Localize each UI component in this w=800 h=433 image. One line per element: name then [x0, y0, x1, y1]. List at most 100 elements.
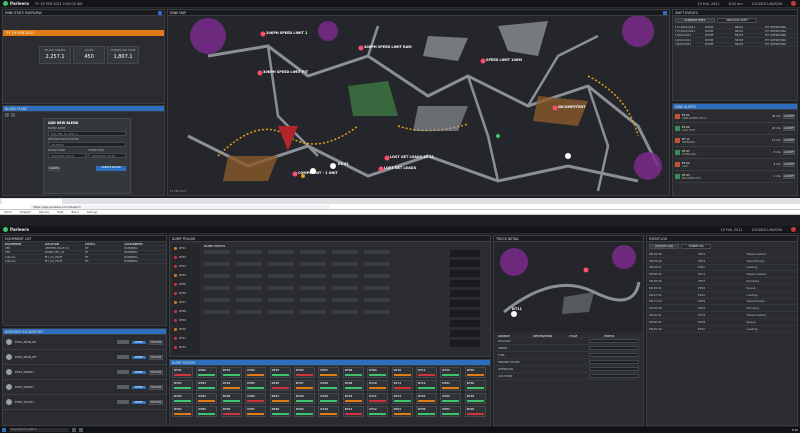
user-name[interactable]: LOGGED LAWSON	[752, 2, 782, 6]
truck-tile[interactable]: DT10	[367, 380, 389, 391]
blend-start-input[interactable]: 19/02/2021 08:30	[48, 153, 86, 158]
accept-button[interactable]: ACCEPT	[783, 162, 795, 167]
speed-button[interactable]: SPEED	[132, 385, 146, 389]
truck-tile[interactable]: DT12	[367, 406, 389, 417]
truck-tile[interactable]: DT07	[245, 406, 267, 417]
truck-tile[interactable]: DT07	[318, 367, 340, 378]
truck-tile[interactable]: DT08	[318, 380, 340, 391]
detail-value[interactable]	[589, 360, 639, 365]
truck-chip[interactable]	[236, 274, 262, 278]
table-row[interactable]: 08:28:01 DT02 Queue	[647, 285, 797, 292]
table-row[interactable]: 08:27:20 DT09 Travel Empty	[647, 299, 797, 306]
taskbar-search[interactable]: Type here to search	[9, 428, 69, 432]
truck-tile[interactable]: DT02	[440, 393, 462, 404]
tab-activity-log[interactable]: ACTIVITY LOG	[649, 244, 679, 249]
truck-tile[interactable]: DT03	[196, 380, 218, 391]
detail-value[interactable]	[589, 374, 639, 379]
dump-destination[interactable]	[450, 260, 480, 267]
list-item[interactable]: EX04_NORTH SPEED TRUCKS	[3, 380, 166, 395]
blend-name-input[interactable]: BLD_FEB_19_2021_A	[48, 131, 126, 136]
dump-side-row[interactable]: DT12	[172, 343, 200, 352]
dump-destination[interactable]	[450, 250, 480, 257]
truck-tile[interactable]: DT01	[440, 380, 462, 391]
truck-tile[interactable]: DT11	[342, 406, 364, 417]
dump-destination[interactable]	[450, 270, 480, 277]
truck-chip[interactable]	[364, 298, 390, 302]
list-item[interactable]: EX03_NORTH SPEED TRUCKS	[3, 365, 166, 380]
alert-item[interactable]: EX 01 UNPLANNED DELAY 58 min ACCEPT	[675, 111, 795, 123]
truck-tile[interactable]: DT08	[342, 367, 364, 378]
truck-chip[interactable]	[268, 274, 294, 278]
truck-tile[interactable]: DT08	[269, 406, 291, 417]
truck-tile[interactable]: DT12	[391, 393, 413, 404]
truck-tile[interactable]: DT09	[342, 380, 364, 391]
bookmark-item[interactable]: Fleet	[57, 211, 63, 214]
truck-chip[interactable]	[268, 250, 294, 254]
truck-tile[interactable]: DT02	[416, 406, 437, 417]
dump-side-row[interactable]: DT07	[172, 298, 200, 307]
blend-list-icon[interactable]	[5, 113, 9, 117]
truck-chip[interactable]	[300, 286, 326, 290]
truck-tile[interactable]: DT05	[245, 380, 267, 391]
truck-tile[interactable]: DT04	[245, 367, 267, 378]
map-label-3[interactable]: 30KPH SPEED LIMIT PIT	[263, 70, 308, 74]
dump-destination[interactable]	[450, 330, 480, 337]
truck-chip[interactable]	[364, 274, 390, 278]
truck-chip[interactable]	[204, 274, 230, 278]
truck-tile[interactable]: DT06	[294, 367, 315, 378]
alert-item[interactable]: DT 07 OVERLOAD 8 min ACCEPT	[675, 147, 795, 159]
truck-chip[interactable]	[236, 250, 262, 254]
alert-item[interactable]: EX 04 LOW FUEL 22 min ACCEPT	[675, 123, 795, 135]
alert-item[interactable]: EX 02 IDLE 6 min ACCEPT	[675, 159, 795, 171]
truck-chip[interactable]	[236, 262, 262, 266]
speed-button[interactable]: SPEED	[132, 355, 146, 359]
truck-chip[interactable]	[332, 262, 358, 266]
dump-destination[interactable]	[450, 340, 480, 347]
trucks-button[interactable]: TRUCKS	[149, 354, 163, 360]
truck-tile[interactable]: DT01	[172, 367, 193, 378]
truck-chip[interactable]	[236, 310, 262, 314]
truck-chip[interactable]	[204, 250, 230, 254]
table-row[interactable]: 08:29:11 EX01 Loading	[647, 265, 797, 272]
truck-tile[interactable]: DT12	[440, 367, 462, 378]
truck-tile[interactable]: DT02	[464, 380, 486, 391]
tab-previous-shift[interactable]: PREVIOUS SHIFT	[717, 18, 757, 23]
truck-chip[interactable]	[300, 310, 326, 314]
bookmark-item[interactable]: Blend	[71, 211, 78, 214]
dump-side-row[interactable]: DT08	[172, 307, 200, 316]
truck-chip[interactable]	[300, 250, 326, 254]
dump-side-row[interactable]: DT04	[172, 271, 200, 280]
truck-tile[interactable]: DT11	[391, 380, 413, 391]
dump-side-row[interactable]: DT10	[172, 325, 200, 334]
truck-chip[interactable]	[300, 262, 326, 266]
detail-value[interactable]	[589, 353, 639, 358]
truck-tile[interactable]: DT12	[416, 380, 437, 391]
map-label-7[interactable]: LOST GET LOADS	[384, 166, 416, 170]
alert-icon[interactable]	[791, 227, 796, 232]
truck-tile[interactable]: DT10	[318, 406, 340, 417]
table-row[interactable]: 08:29:58 DT01 Travel Loaded	[647, 251, 797, 258]
list-item[interactable]: EX05_SOUTH SPEED TRUCKS	[3, 395, 166, 410]
detail-value[interactable]	[589, 346, 639, 351]
browser-taskbar-icon[interactable]	[72, 428, 76, 432]
truck-chip[interactable]	[268, 262, 294, 266]
truck-tile[interactable]: DT07	[269, 393, 291, 404]
truck-chip[interactable]	[332, 250, 358, 254]
accept-button[interactable]: ACCEPT	[783, 174, 795, 179]
truck-chip[interactable]	[268, 310, 294, 314]
truck-tile[interactable]: DT08	[294, 393, 315, 404]
truck-chip[interactable]	[236, 286, 262, 290]
truck-tile[interactable]: DT01	[464, 367, 486, 378]
dump-side-row[interactable]: DT02	[172, 253, 200, 262]
truck-tile[interactable]: DT10	[342, 393, 364, 404]
mine-map[interactable]: 20KPH SPEED LIMIT 1 30KPH SPEED LIMIT RA…	[168, 16, 669, 195]
create-blend-button[interactable]: CREATE BLEND	[96, 166, 126, 171]
speed-button[interactable]: SPEED	[132, 340, 146, 344]
table-row[interactable]: 08:29:40 DT04 Travel Empty	[647, 258, 797, 265]
dump-side-row[interactable]: DT05	[172, 280, 200, 289]
truck-tile[interactable]: DT05	[196, 406, 218, 417]
truck-tile[interactable]: DT02	[172, 380, 193, 391]
detail-value[interactable]	[589, 367, 639, 372]
selected-truck-label[interactable]: DT11	[512, 307, 522, 311]
truck-tile[interactable]: DT05	[269, 367, 291, 378]
